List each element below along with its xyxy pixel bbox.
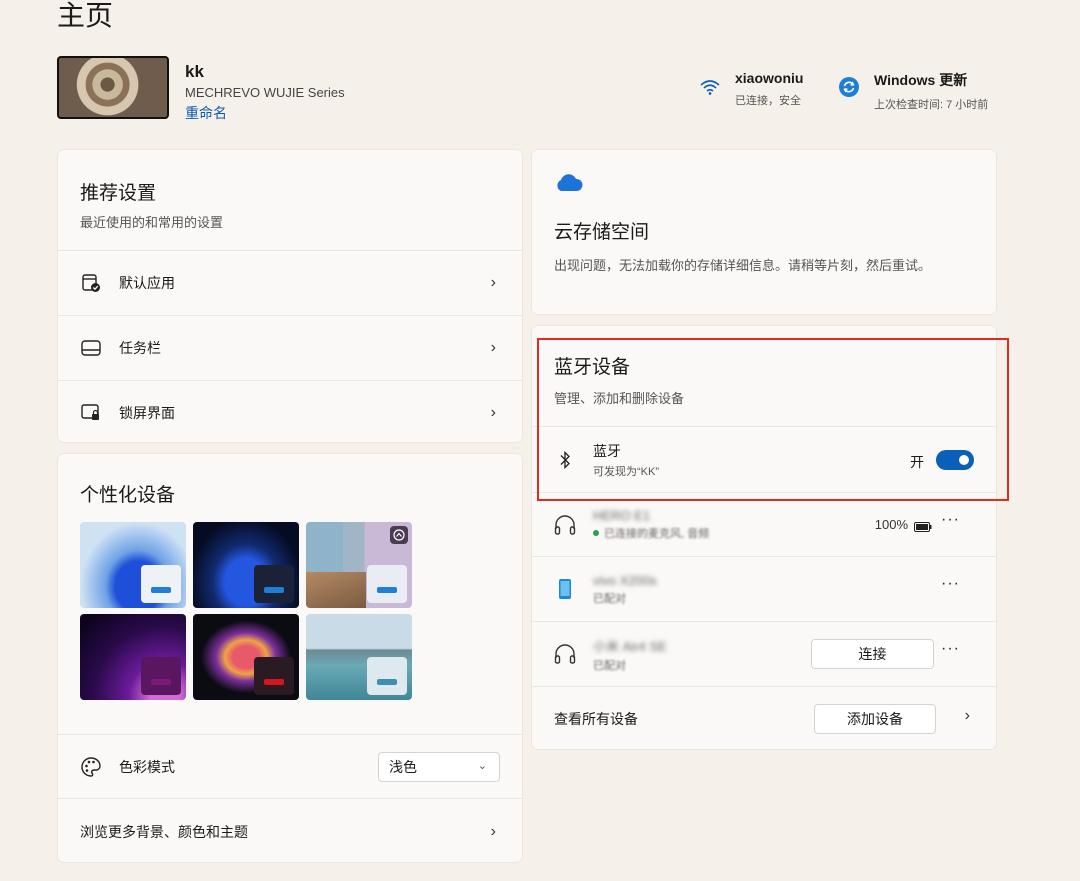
wifi-status[interactable]: xiaowoniu 已连接，安全 — [697, 70, 803, 108]
taskbar-label: 任务栏 — [119, 340, 161, 356]
bluetooth-device-row[interactable]: 小米 Air4 SE 已配对 连接 ··· — [532, 621, 996, 686]
bluetooth-device-row[interactable]: vivo X200s 已配对 ··· — [532, 556, 996, 621]
theme-thumbnail[interactable] — [306, 614, 412, 700]
recommended-item-default-apps[interactable]: 默认应用 › — [58, 250, 522, 315]
wifi-status-text: 已连接，安全 — [735, 95, 801, 107]
cloud-error-message: 出现问题，无法加载你的存储详细信息。请稍等片刻，然后重试。 — [554, 258, 932, 273]
chevron-down-icon: ⌄ — [477, 759, 487, 772]
color-mode-dropdown[interactable]: 浅色 ⌄ — [378, 751, 500, 782]
browse-themes-label: 浏览更多背景、颜色和主题 — [80, 823, 248, 840]
default-apps-label: 默认应用 — [119, 275, 175, 291]
device-wallpaper-thumbnail — [57, 56, 169, 119]
headphones-icon — [554, 644, 576, 664]
personalize-title: 个性化设备 — [80, 485, 176, 506]
bluetooth-card: 蓝牙设备 管理、添加和删除设备 蓝牙 可发现为“KK” 开 HERO E1 已连… — [531, 325, 997, 750]
device-name: 小米 Air4 SE — [593, 638, 667, 654]
theme-thumbnail[interactable] — [80, 614, 186, 700]
windows-update-title: Windows 更新 — [874, 72, 968, 88]
device-status: 已配对 — [593, 659, 626, 672]
cloud-storage-card: 云存储空间 出现问题，无法加载你的存储详细信息。请稍等片刻，然后重试。 — [531, 149, 997, 315]
theme-thumbnail[interactable] — [306, 522, 412, 608]
theme-thumbnail[interactable] — [193, 614, 299, 700]
slideshow-icon — [390, 526, 408, 544]
add-device-button[interactable]: 添加设备 — [814, 704, 936, 734]
personalize-card: 个性化设备 色彩模式 浅色 ⌄ 浏览更多背景、颜色和主题 › — [57, 453, 523, 863]
color-mode-value: 浅色 — [389, 758, 417, 775]
default-apps-icon — [80, 273, 102, 293]
battery-icon — [914, 519, 932, 537]
color-mode-row: 色彩模式 浅色 ⌄ — [58, 734, 522, 798]
windows-update-time: 上次检查时间: 7 小时前 — [874, 99, 989, 111]
recommended-item-taskbar[interactable]: 任务栏 › — [58, 315, 522, 380]
device-status: 已配对 — [593, 592, 626, 605]
bluetooth-toggle[interactable] — [936, 450, 974, 470]
device-name: kk — [185, 62, 204, 81]
device-name: HERO E1 — [593, 508, 651, 523]
theme-thumbnail[interactable] — [80, 522, 186, 608]
rename-link[interactable]: 重命名 — [185, 103, 227, 123]
bluetooth-device-row[interactable]: HERO E1 已连接的麦克风, 音频 100% ··· — [532, 492, 996, 556]
chevron-right-icon: › — [490, 403, 496, 421]
chevron-right-icon: › — [490, 822, 496, 840]
more-options-icon[interactable]: ··· — [941, 511, 960, 529]
bluetooth-state-label: 开 — [910, 454, 924, 470]
chevron-right-icon: › — [490, 339, 496, 356]
chevron-right-icon: › — [490, 274, 496, 291]
more-options-icon[interactable]: ··· — [941, 575, 960, 593]
view-all-devices-row: 查看所有设备 添加设备 › — [532, 686, 996, 749]
taskbar-icon — [80, 340, 102, 356]
phone-icon — [554, 578, 576, 600]
chevron-right-icon[interactable]: › — [965, 707, 970, 725]
page-title: 主页 — [57, 0, 114, 31]
cloud-icon — [554, 174, 584, 197]
bluetooth-toggle-row: 蓝牙 可发现为“KK” 开 — [532, 426, 996, 492]
battery-percent: 100% — [874, 517, 908, 532]
bluetooth-subtitle: 管理、添加和删除设备 — [554, 391, 685, 406]
palette-icon — [80, 756, 102, 778]
more-options-icon[interactable]: ··· — [941, 640, 960, 658]
recommended-title: 推荐设置 — [80, 183, 157, 204]
bluetooth-icon — [554, 450, 576, 470]
device-model: MECHREVO WUJIE Series — [185, 85, 345, 100]
connected-dot-icon — [593, 530, 599, 536]
windows-update-status[interactable]: Windows 更新 上次检查时间: 7 小时前 — [836, 70, 988, 112]
device-status: 已连接的麦克风, 音频 — [604, 528, 710, 540]
wifi-icon — [697, 74, 723, 100]
refresh-icon — [836, 74, 862, 100]
browse-themes-row[interactable]: 浏览更多背景、颜色和主题 › — [58, 798, 522, 862]
bluetooth-title: 蓝牙设备 — [554, 357, 631, 378]
lock-screen-icon — [80, 403, 102, 422]
connect-button[interactable]: 连接 — [811, 639, 934, 669]
recommended-subtitle: 最近使用的和常用的设置 — [80, 215, 224, 230]
headphones-icon — [554, 514, 576, 535]
lock-screen-label: 锁屏界面 — [119, 404, 175, 421]
bluetooth-discoverable: 可发现为“KK” — [593, 465, 659, 478]
recommended-item-lock-screen[interactable]: 锁屏界面 › — [58, 380, 522, 442]
device-name: vivo X200s — [593, 572, 657, 588]
theme-thumbnail[interactable] — [193, 522, 299, 608]
recommended-settings-card: 推荐设置 最近使用的和常用的设置 默认应用 › 任务栏 › 锁屏界面 › — [57, 149, 523, 443]
cloud-title: 云存储空间 — [554, 222, 650, 243]
wifi-name: xiaowoniu — [735, 70, 804, 86]
